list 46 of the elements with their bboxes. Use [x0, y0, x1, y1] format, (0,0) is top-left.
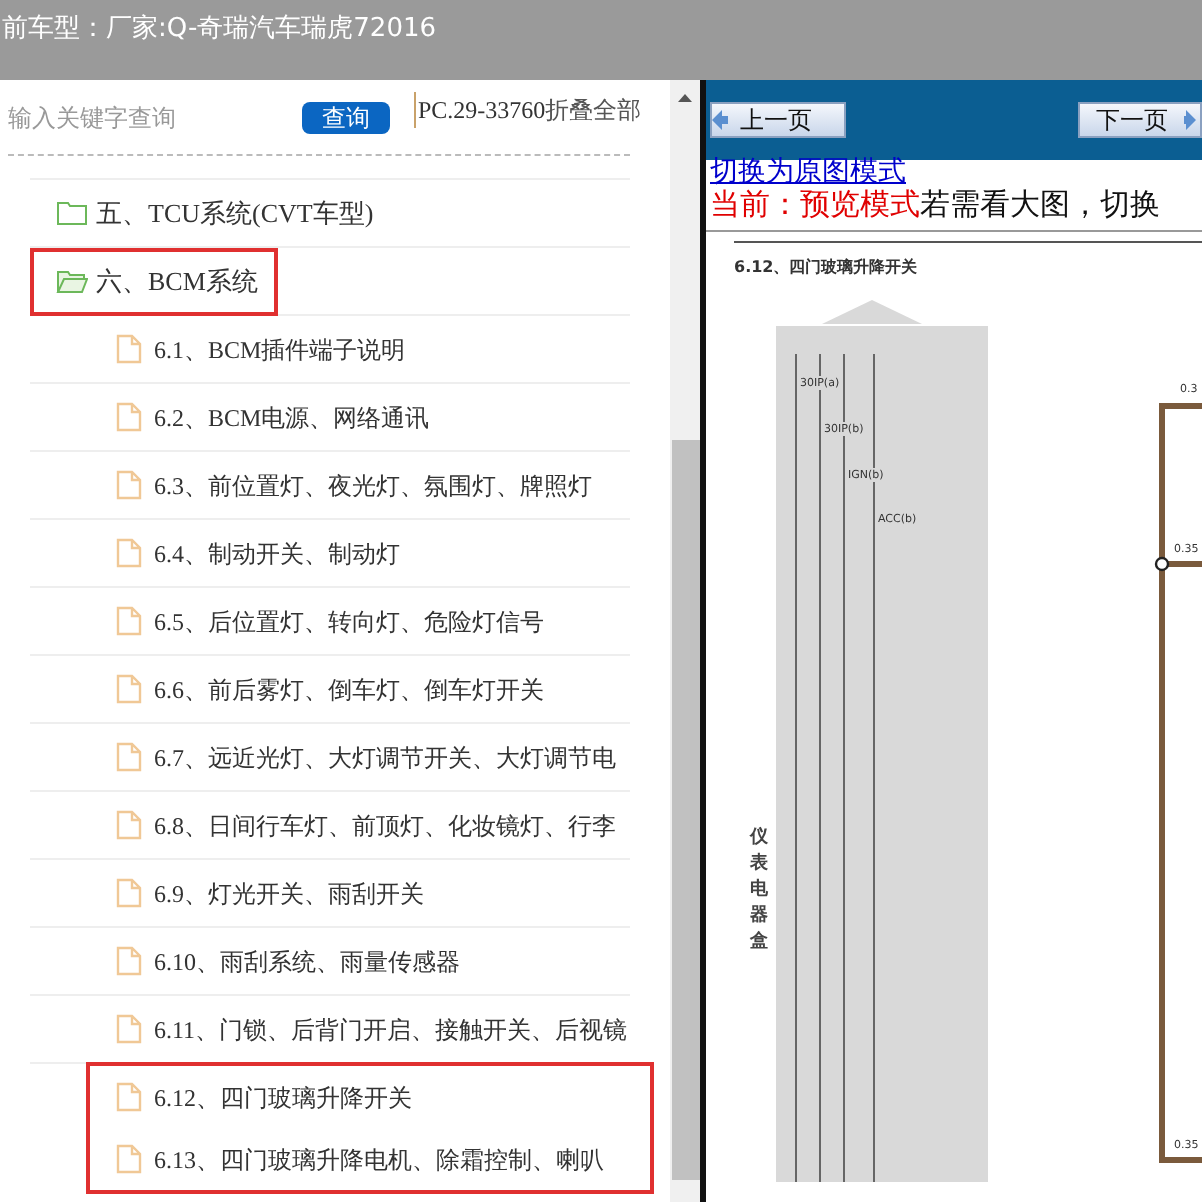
document-icon [116, 742, 142, 772]
next-page-button[interactable]: 下一页 [1078, 102, 1202, 138]
window-title: 前车型：厂家:Q-奇瑞汽车瑞虎72016 [2, 14, 437, 44]
tree-item[interactable]: 6.13、四门玻璃升降电机、除霜控制、喇叭 [154, 1141, 604, 1177]
document-icon [116, 674, 142, 704]
document-icon [116, 810, 142, 840]
tree-item[interactable]: 6.7、远近光灯、大灯调节开关、大灯调节电 [154, 739, 616, 775]
document-icon [116, 946, 142, 976]
folder-icon [56, 268, 88, 294]
tree-item[interactable]: 6.5、后位置灯、转向灯、危险灯信号 [154, 603, 544, 639]
page-code: PC.29-33760 [414, 91, 546, 127]
document-icon [116, 538, 142, 568]
current-mode-label: 当前：预览模式 [710, 186, 920, 222]
mode-hint: 若需看大图，切换 [920, 186, 1160, 222]
diagram-title: 6.12、四门玻璃升降开关 [734, 258, 918, 276]
tree-item[interactable]: 6.4、制动开关、制动灯 [154, 535, 400, 571]
document-icon [116, 402, 142, 432]
left-arrow-icon [712, 110, 728, 130]
document-icon [116, 878, 142, 908]
tree-item[interactable]: 6.10、雨刮系统、雨量传感器 [154, 943, 460, 979]
document-icon [116, 1082, 142, 1112]
document-icon [116, 1144, 142, 1174]
tree-item[interactable]: 6.12、四门玻璃升降开关 [154, 1079, 412, 1115]
tree-folder[interactable]: 六、BCM系统 [96, 261, 258, 301]
original-image-mode-link[interactable]: 切换为原图模式 [710, 156, 906, 188]
box-label: 仪表电器盒 [750, 828, 768, 952]
tree-item[interactable]: 6.9、灯光开关、雨刮开关 [154, 875, 424, 911]
document-icon [116, 606, 142, 636]
scroll-up-icon[interactable] [678, 94, 692, 102]
collapse-all-link[interactable]: 折叠全部 [545, 91, 642, 127]
tree-item[interactable]: 6.2、BCM电源、网络通讯 [154, 399, 430, 435]
tree-item[interactable]: 6.1、BCM插件端子说明 [154, 331, 406, 367]
document-icon [116, 470, 142, 500]
search-button[interactable]: 查询 [302, 101, 390, 133]
scrollbar[interactable] [670, 80, 700, 1202]
tree-folder[interactable]: 五、TCU系统(CVT车型) [96, 193, 374, 233]
previous-page-button[interactable]: 上一页 [710, 102, 846, 138]
folder-icon [56, 200, 88, 226]
scrollbar-thumb[interactable] [672, 440, 700, 1180]
tree-item[interactable]: 6.8、日间行车灯、前顶灯、化妆镜灯、行李 [154, 807, 616, 843]
tree-item[interactable]: 6.11、门锁、后背门开启、接触开关、后视镜 [154, 1011, 628, 1047]
document-icon [116, 334, 142, 364]
right-arrow-icon [1184, 110, 1196, 130]
tree-item[interactable]: 6.6、前后雾灯、倒车灯、倒车灯开关 [154, 671, 544, 707]
tree-item[interactable]: 6.3、前位置灯、夜光灯、氛围灯、牌照灯 [154, 467, 592, 503]
document-icon [116, 1014, 142, 1044]
